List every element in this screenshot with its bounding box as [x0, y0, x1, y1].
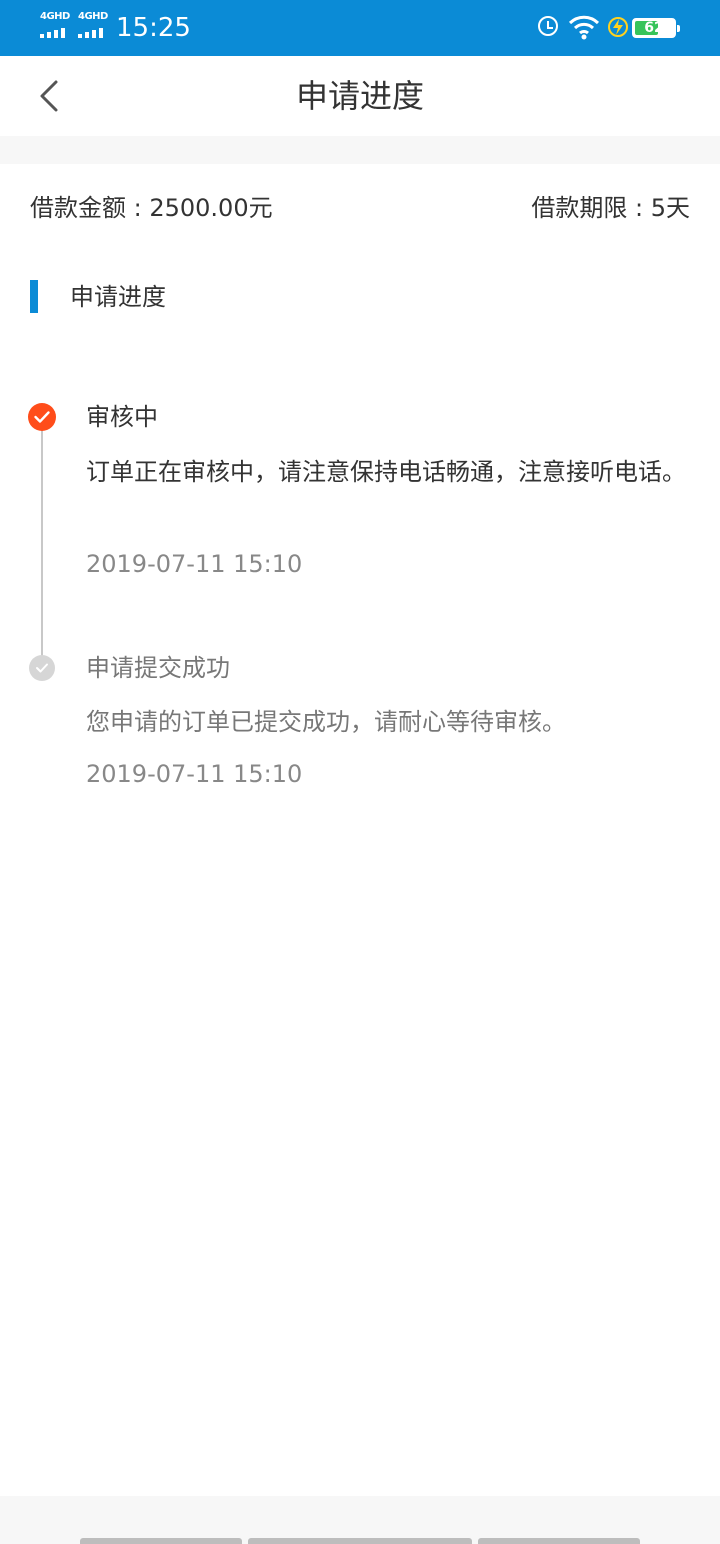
section-accent-bar — [30, 280, 38, 313]
network-type-2: 4GHD — [78, 11, 108, 22]
nav-bar: 申请进度 — [0, 56, 720, 136]
check-circle-active-icon — [28, 403, 56, 431]
step-title: 申请提交成功 — [86, 654, 230, 682]
step-title: 审核中 — [86, 403, 158, 431]
section-divider — [0, 136, 720, 164]
step-description: 您申请的订单已提交成功，请耐心等待审核。 — [86, 708, 566, 736]
page-title: 申请进度 — [295, 77, 424, 115]
step-time: 2019-07-11 15:10 — [86, 550, 303, 578]
loan-term: 借款期限 : 5天 — [531, 194, 690, 222]
gesture-bar-left[interactable] — [80, 1538, 242, 1544]
check-circle-inactive-icon — [28, 654, 56, 682]
loan-info-row: 借款金额 : 2500.00元 借款期限 : 5天 — [30, 190, 690, 226]
section-label: 申请进度 — [70, 283, 166, 311]
signal-2-icon: 4GHD — [78, 10, 110, 40]
status-time: 15:25 — [116, 13, 191, 43]
battery-level: 62 — [644, 20, 664, 36]
bottom-bar — [0, 1496, 720, 1544]
battery-icon: 62 — [632, 18, 680, 38]
charging-icon — [608, 17, 628, 37]
loan-amount: 借款金额 : 2500.00元 — [30, 194, 273, 222]
timeline-line — [41, 420, 43, 666]
wifi-icon — [568, 15, 600, 40]
gesture-bar-center[interactable] — [248, 1538, 472, 1544]
network-type-1: 4GHD — [40, 11, 70, 22]
gesture-bar-right[interactable] — [478, 1538, 640, 1544]
step-description: 订单正在审核中，请注意保持电话畅通，注意接听电话。 — [86, 458, 686, 486]
step-time: 2019-07-11 15:10 — [86, 760, 303, 788]
status-bar: 4GHD 4GHD 15:25 62 — [0, 0, 720, 56]
alarm-icon — [538, 16, 558, 36]
signal-1-icon: 4GHD — [40, 10, 72, 40]
